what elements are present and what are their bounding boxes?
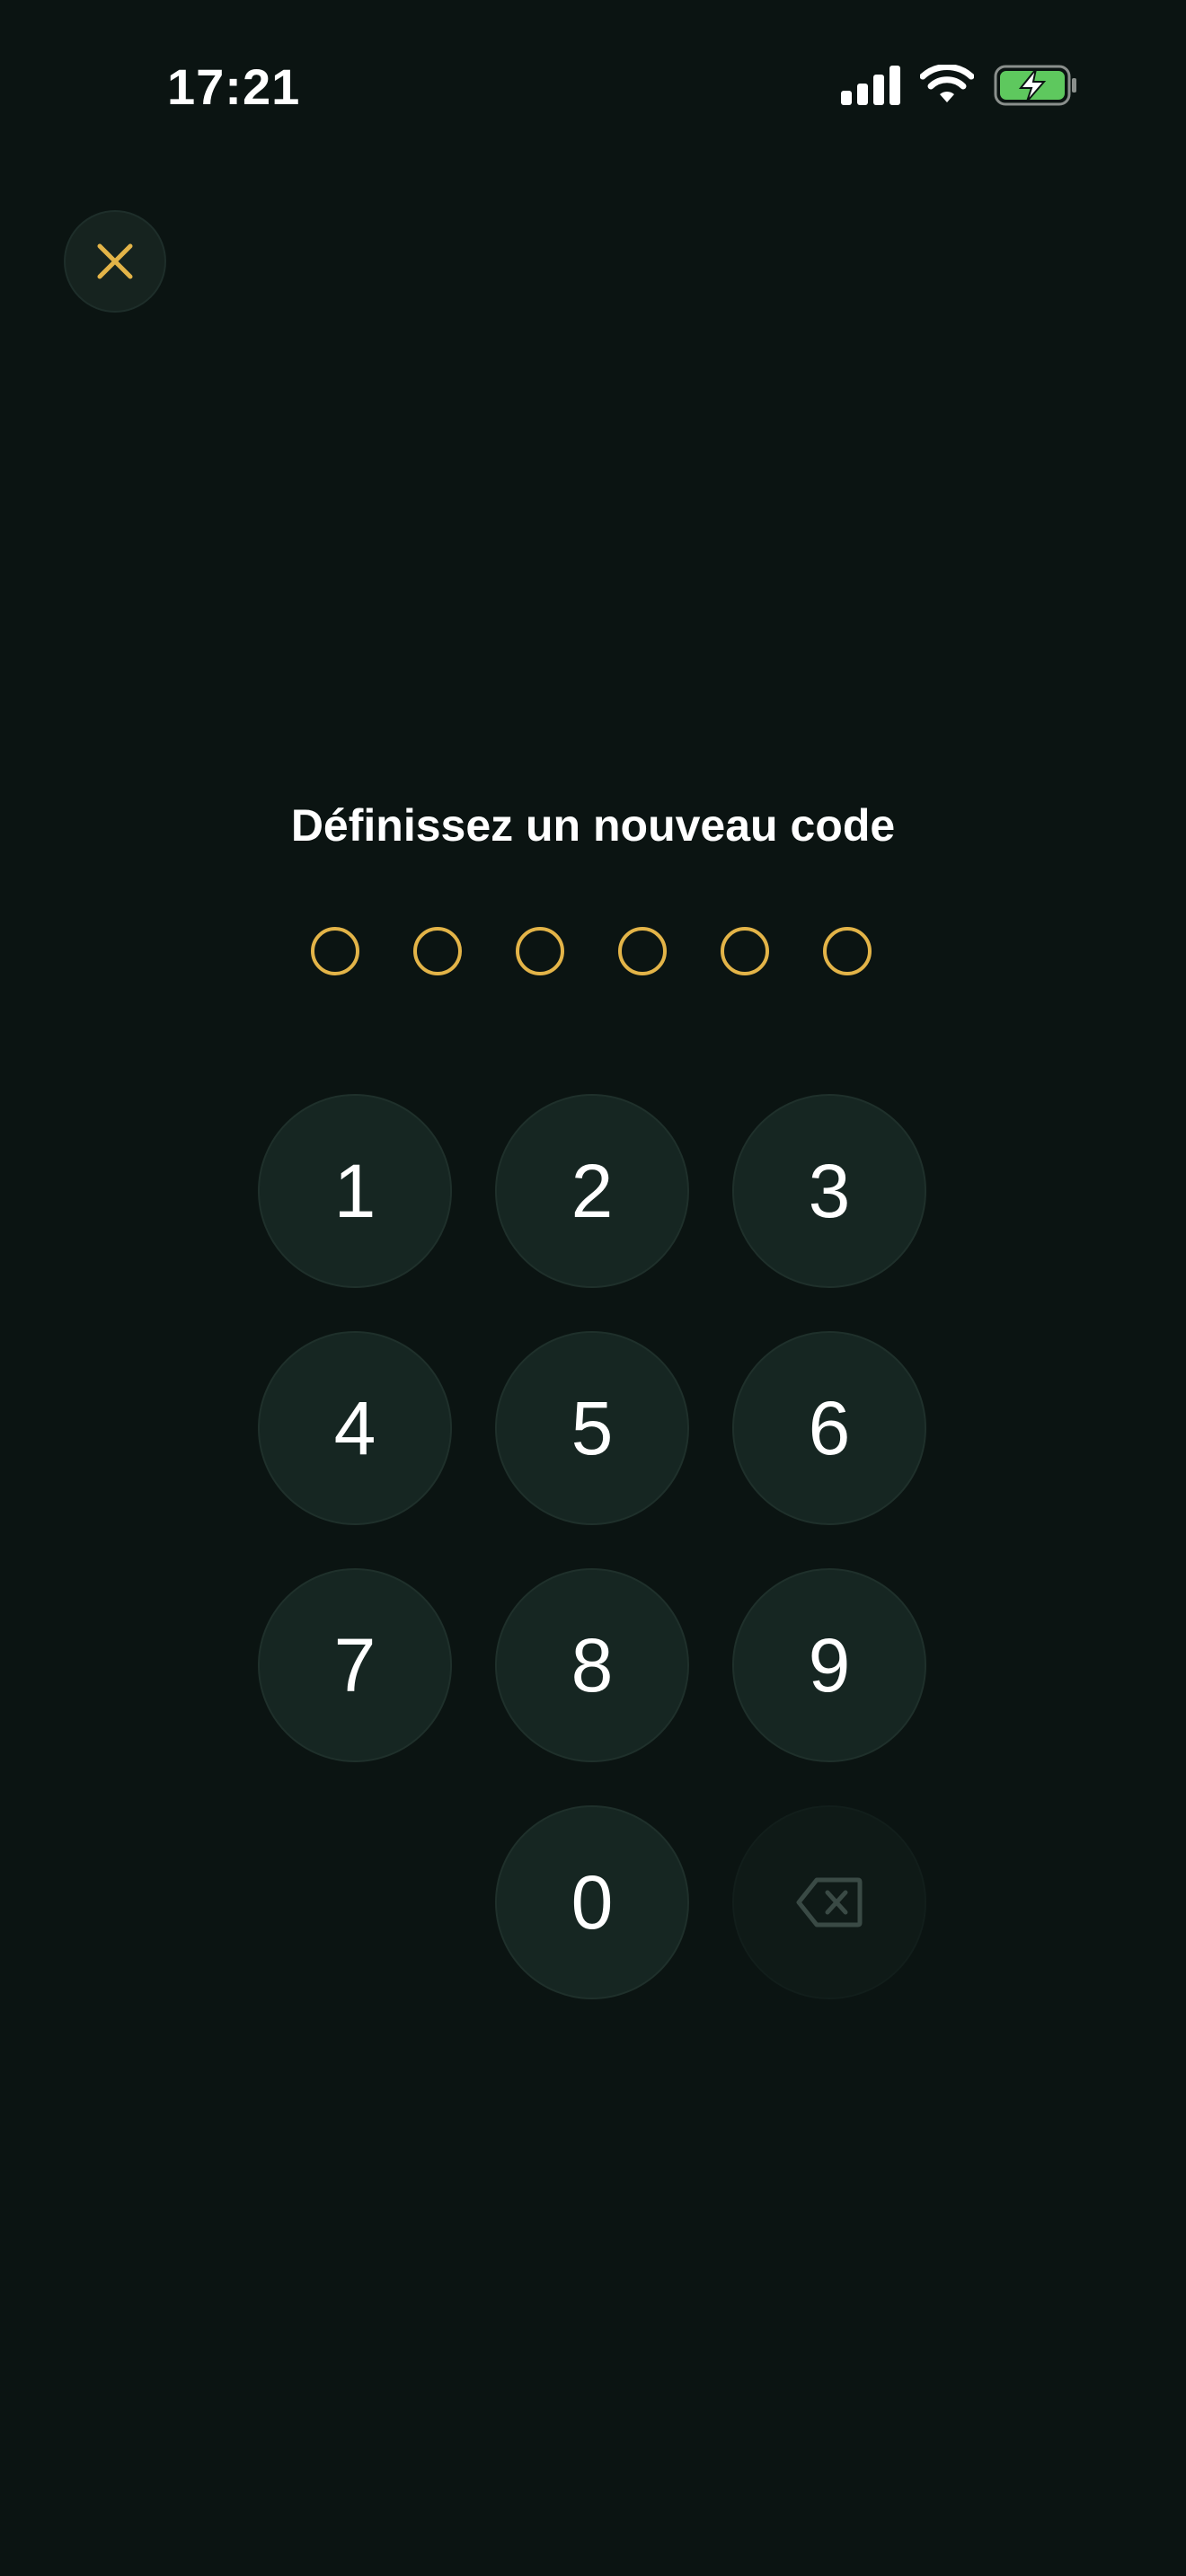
wifi-icon	[920, 65, 974, 102]
status-time: 17:21	[167, 58, 301, 115]
pin-indicator	[311, 927, 872, 975]
delete-button[interactable]	[732, 1805, 926, 1999]
key-5[interactable]: 5	[495, 1331, 689, 1525]
key-1[interactable]: 1	[258, 1094, 452, 1288]
status-icons	[841, 65, 1078, 106]
close-button[interactable]	[64, 210, 166, 313]
battery-charging-icon	[994, 65, 1076, 106]
close-icon	[97, 243, 133, 279]
key-4[interactable]: 4	[258, 1331, 452, 1525]
pin-dot	[618, 927, 667, 975]
key-9[interactable]: 9	[732, 1568, 926, 1762]
page-title: Définissez un nouveau code	[290, 800, 896, 851]
key-2[interactable]: 2	[495, 1094, 689, 1288]
pin-dot	[823, 927, 872, 975]
backspace-icon	[796, 1877, 863, 1928]
key-0[interactable]: 0	[495, 1805, 689, 1999]
key-3[interactable]: 3	[732, 1094, 926, 1288]
key-8[interactable]: 8	[495, 1568, 689, 1762]
pin-dot	[413, 927, 462, 975]
pin-dot	[516, 927, 564, 975]
key-7[interactable]: 7	[258, 1568, 452, 1762]
status-bar: 17:21	[0, 0, 1186, 171]
pin-dot	[311, 927, 359, 975]
key-6[interactable]: 6	[732, 1331, 926, 1525]
cellular-signal-icon	[841, 66, 900, 105]
keypad: 1 2 3 4 5 6 7 8 9 0	[258, 1094, 928, 1999]
pin-dot	[721, 927, 769, 975]
